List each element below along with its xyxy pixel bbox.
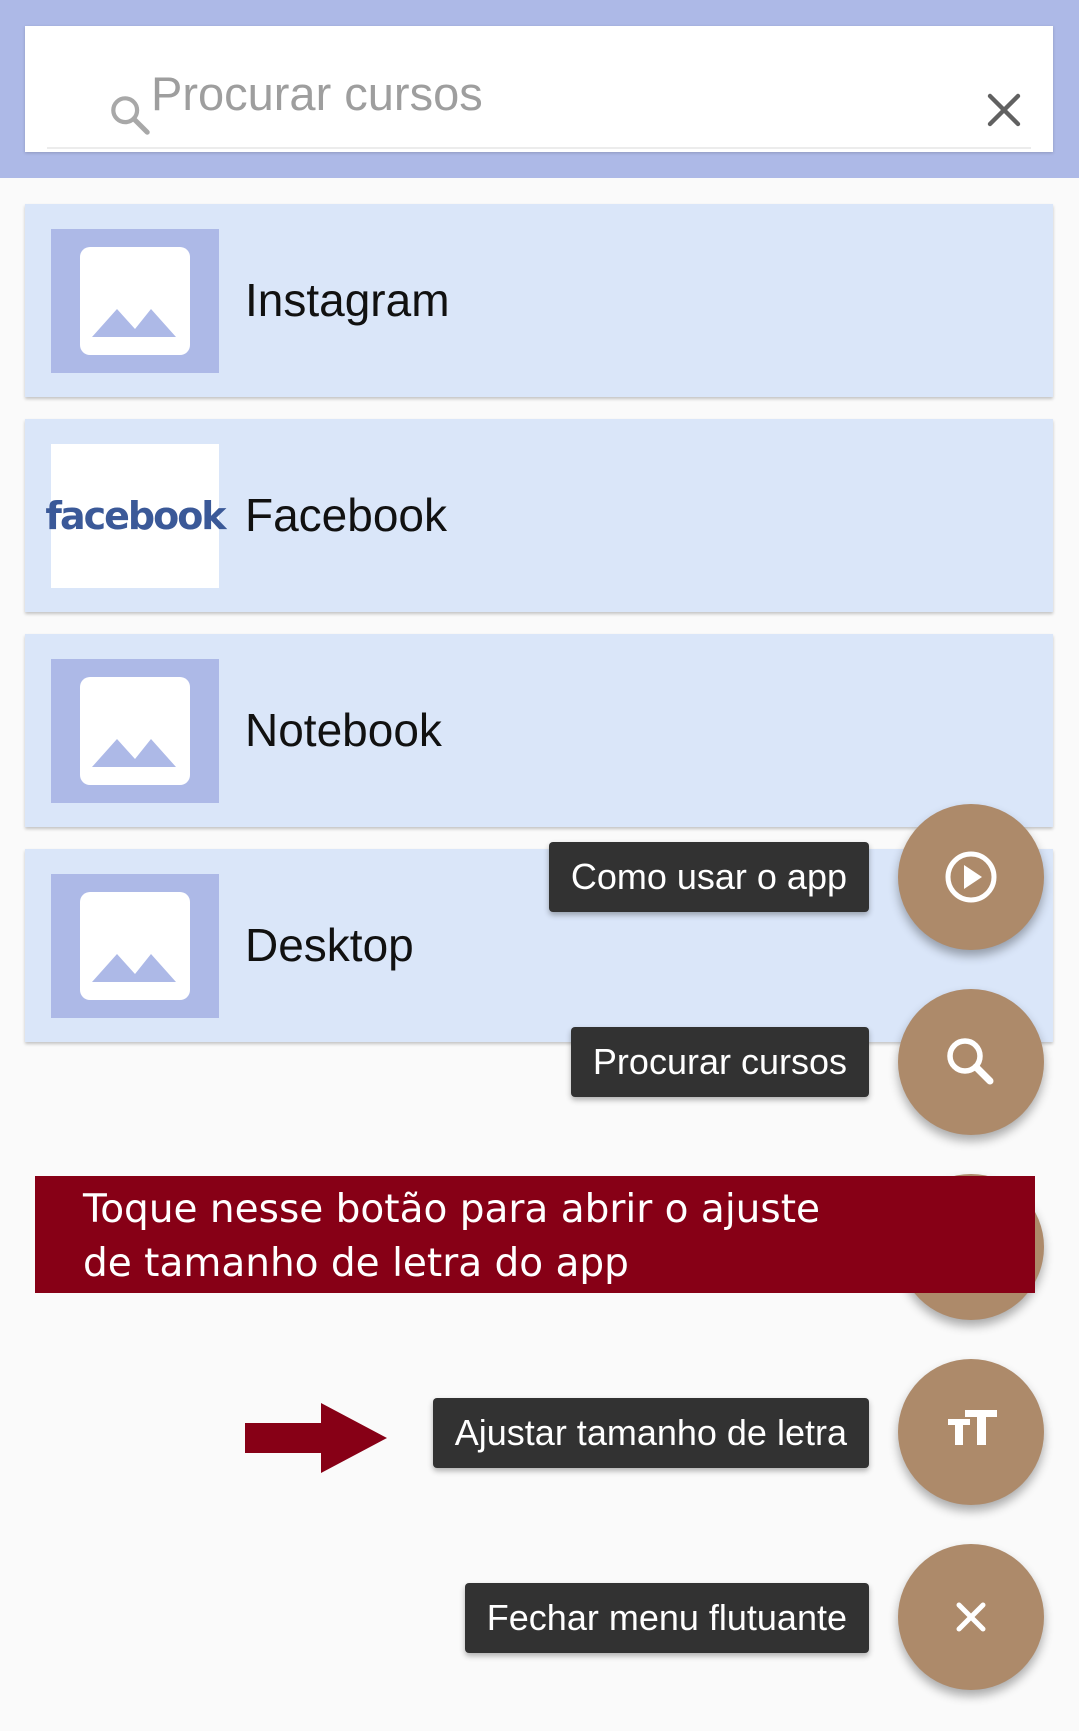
course-thumbnail [51,874,219,1018]
annotation-line-2: de tamanho de letra do app [83,1241,629,1286]
tooltip-font-size[interactable]: Ajustar tamanho de letra [432,1398,869,1468]
image-placeholder-icon [80,247,190,355]
course-title: Facebook [245,489,448,541]
facebook-logo: facebook [45,494,226,538]
search-toolbar: Procurar cursos [0,0,1079,178]
close-icon[interactable] [980,86,1028,134]
course-title: Notebook [245,704,442,756]
course-card-facebook[interactable]: facebook Facebook [25,419,1053,612]
how-to-use-button[interactable] [898,804,1044,950]
annotation-line-1: Toque nesse botão para abrir o ajuste [83,1187,820,1232]
tooltip-close-menu[interactable]: Fechar menu flutuante [464,1583,869,1653]
image-placeholder-icon [80,892,190,1000]
course-thumbnail: facebook [45,444,227,588]
search-underline [47,147,1031,149]
course-title: Desktop [245,919,414,971]
course-card-notebook[interactable]: Notebook [25,634,1053,827]
search-icon [947,1038,994,1085]
play-circle-icon [945,851,997,903]
text-size-icon [948,1410,997,1445]
course-card-instagram[interactable]: Instagram [25,204,1053,397]
font-size-button[interactable] [898,1359,1044,1505]
tooltip-how-to-use[interactable]: Como usar o app [548,842,869,912]
image-placeholder-icon [80,677,190,785]
course-thumbnail [51,229,219,373]
close-menu-button[interactable] [898,1544,1044,1690]
search-input[interactable]: Procurar cursos [151,64,483,124]
close-icon [956,1602,986,1632]
search-box[interactable]: Procurar cursos [25,26,1053,152]
search-icon [111,96,150,135]
arrow-right-icon [245,1403,387,1473]
course-thumbnail [51,659,219,803]
search-courses-button[interactable] [898,989,1044,1135]
course-title: Instagram [245,274,450,326]
annotation-banner: Toque nesse botão para abrir o ajuste de… [35,1176,1035,1293]
tooltip-search-courses[interactable]: Procurar cursos [570,1027,869,1097]
